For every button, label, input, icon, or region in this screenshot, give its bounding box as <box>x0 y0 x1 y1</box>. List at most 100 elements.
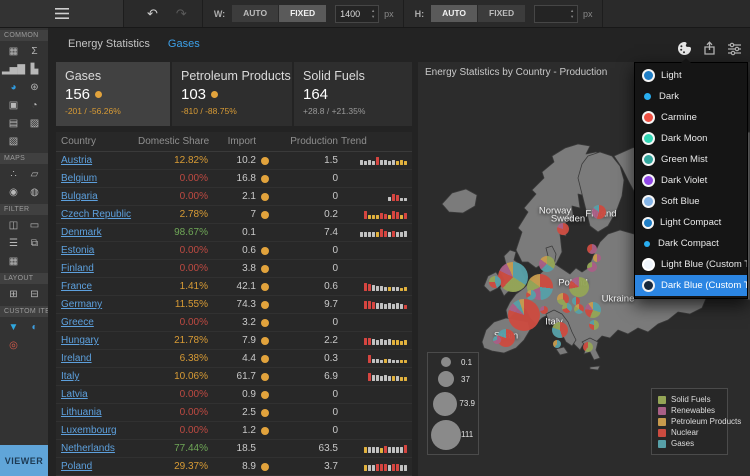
color-theme-button[interactable] <box>677 41 692 56</box>
country-link[interactable]: France <box>61 281 92 292</box>
col-import[interactable]: Import <box>208 136 256 147</box>
height-input[interactable]: ▲▼ <box>534 5 578 23</box>
pie-map-icon[interactable]: ◍ <box>24 184 45 200</box>
width-spinner[interactable]: ▲▼ <box>368 9 378 19</box>
table-row[interactable]: Latvia0.00%0.90 <box>56 386 412 404</box>
kpi-card[interactable]: Petroleum Products103-810 / -88.75% <box>172 62 292 126</box>
text-box-item-icon[interactable]: ▤ <box>3 115 24 131</box>
country-link[interactable]: Germany <box>61 299 102 310</box>
redo-button[interactable]: ↷ <box>167 1 196 27</box>
bubble-map-icon[interactable]: ◉ <box>3 184 24 200</box>
map-pie-poland[interactable] <box>569 277 589 297</box>
map-pie-nl[interactable] <box>526 290 536 300</box>
map-pie-portugal[interactable] <box>493 336 501 344</box>
list-box-icon[interactable]: ☰ <box>3 235 24 251</box>
country-link[interactable]: Lithuania <box>61 407 102 418</box>
theme-option-light-compact[interactable]: Light Compact <box>635 212 747 233</box>
theme-option-dark-moon[interactable]: Dark Moon <box>635 128 747 149</box>
map-pie-romania[interactable] <box>585 302 601 318</box>
kpi-card[interactable]: Gases156-201 / -56.26% <box>56 62 170 126</box>
card-item-icon[interactable]: ▣ <box>3 97 24 113</box>
col-country[interactable]: Country <box>61 136 138 147</box>
map-pie-sicily[interactable] <box>553 340 561 348</box>
table-row[interactable]: Netherlands77.44%18.563.5 <box>56 440 412 458</box>
map-pie-swiss[interactable] <box>540 306 548 314</box>
chart-item-icon[interactable]: ▂▅▇ <box>3 61 24 77</box>
theme-option-dark-violet[interactable]: Dark Violet <box>635 170 747 191</box>
kpi-card[interactable]: Solid Fuels164+28.8 / +21.35% <box>294 62 412 126</box>
tab-container-icon[interactable]: ⊞ <box>3 286 24 302</box>
scatter-chart-item-icon[interactable]: ▙ <box>24 61 45 77</box>
theme-option-light[interactable]: Light <box>635 65 747 86</box>
gauge-item-icon[interactable]: ◔ <box>24 97 45 113</box>
map-pie-hungary[interactable] <box>574 304 584 314</box>
combo-box-icon[interactable]: ▭ <box>24 217 45 233</box>
table-row[interactable]: Austria12.82%10.21.5 <box>56 152 412 170</box>
geo-point-map-icon[interactable]: ∴ <box>3 166 24 182</box>
table-row[interactable]: Finland0.00%3.80 <box>56 260 412 278</box>
polar-chart-item-icon[interactable]: ⊛ <box>24 79 45 95</box>
country-link[interactable]: Greece <box>61 317 94 328</box>
country-link[interactable]: Latvia <box>61 389 88 400</box>
table-row[interactable]: Italy10.06%61.76.9 <box>56 368 412 386</box>
export-button[interactable] <box>702 41 717 56</box>
tree-view-icon[interactable]: ⧉ <box>24 235 45 251</box>
col-trend[interactable]: Trend <box>338 136 407 147</box>
choropleth-map-icon[interactable]: ▱ <box>24 166 45 182</box>
country-link[interactable]: Finland <box>61 263 94 274</box>
country-link[interactable]: Ireland <box>61 353 92 364</box>
map-pie-bulgaria[interactable] <box>589 320 599 330</box>
theme-option-carmine[interactable]: Carmine <box>635 107 747 128</box>
table-row[interactable]: Poland29.37%8.93.7 <box>56 458 412 476</box>
theme-option-dark-compact[interactable]: Dark Compact <box>635 233 747 254</box>
table-row[interactable]: Denmark98.67%0.17.4 <box>56 224 412 242</box>
table-row[interactable]: Czech Republic2.78%70.2 <box>56 206 412 224</box>
tab-energy-statistics[interactable]: Energy Statistics <box>68 38 150 50</box>
country-link[interactable]: Luxembourg <box>61 425 117 436</box>
bound-image-item-icon[interactable]: ▧ <box>3 133 24 149</box>
width-auto-button[interactable]: AUTO <box>232 5 278 22</box>
theme-option-green-mist[interactable]: Green Mist <box>635 149 747 170</box>
viewer-button[interactable]: VIEWER <box>0 445 48 476</box>
col-domestic-share[interactable]: Domestic Share <box>138 136 208 147</box>
image-item-icon[interactable]: ▨ <box>24 115 45 131</box>
table-row[interactable]: Lithuania0.00%2.50 <box>56 404 412 422</box>
map-pie-finland[interactable] <box>592 205 606 219</box>
map-pie-greece[interactable] <box>583 342 593 352</box>
map-pie-lithuania[interactable] <box>587 262 597 272</box>
table-row[interactable]: Bulgaria0.00%2.10 <box>56 188 412 206</box>
tab-gases[interactable]: Gases <box>168 38 200 50</box>
country-link[interactable]: Bulgaria <box>61 191 98 202</box>
undo-button[interactable]: ↶ <box>138 1 167 27</box>
table-row[interactable]: Luxembourg0.00%1.20 <box>56 422 412 440</box>
width-input[interactable]: 1400 ▲▼ <box>335 5 379 23</box>
country-link[interactable]: Denmark <box>61 227 102 238</box>
parameters-button[interactable] <box>727 41 742 56</box>
map-pie-estonia[interactable] <box>587 244 597 254</box>
theme-option-dark-blue-custom-theme-[interactable]: Dark Blue (Custom Theme) <box>635 275 747 296</box>
height-fixed-button[interactable]: FIXED <box>478 5 525 22</box>
table-row[interactable]: Greece0.00%3.20 <box>56 314 412 332</box>
theme-option-light-blue-custom-theme-[interactable]: Light Blue (Custom Theme) <box>635 254 747 275</box>
webpage-item-icon[interactable]: ◐ <box>24 319 45 335</box>
width-fixed-button[interactable]: FIXED <box>279 5 326 22</box>
pie-chart-item-icon[interactable]: ◕ <box>3 79 24 95</box>
theme-option-soft-blue[interactable]: Soft Blue <box>635 191 747 212</box>
country-link[interactable]: Czech Republic <box>61 209 131 220</box>
country-link[interactable]: Netherlands <box>61 443 115 454</box>
map-pie-denmark[interactable] <box>539 256 555 272</box>
map-pie-latvia[interactable] <box>593 254 601 262</box>
map-pie-italy[interactable] <box>552 322 568 338</box>
country-link[interactable]: Estonia <box>61 245 94 256</box>
pivot-item-icon[interactable]: Σ <box>24 43 45 59</box>
col-production[interactable]: Production <box>274 136 338 147</box>
table-row[interactable]: Hungary21.78%7.92.2 <box>56 332 412 350</box>
table-row[interactable]: Belgium0.00%16.80 <box>56 170 412 188</box>
map-pie-austria[interactable] <box>562 303 572 313</box>
map-pie-ireland[interactable] <box>489 276 501 288</box>
menu-button[interactable] <box>0 0 124 27</box>
country-link[interactable]: Italy <box>61 371 79 382</box>
country-link[interactable]: Poland <box>61 461 92 472</box>
country-link[interactable]: Belgium <box>61 173 97 184</box>
map-pie-uk[interactable] <box>498 262 528 292</box>
